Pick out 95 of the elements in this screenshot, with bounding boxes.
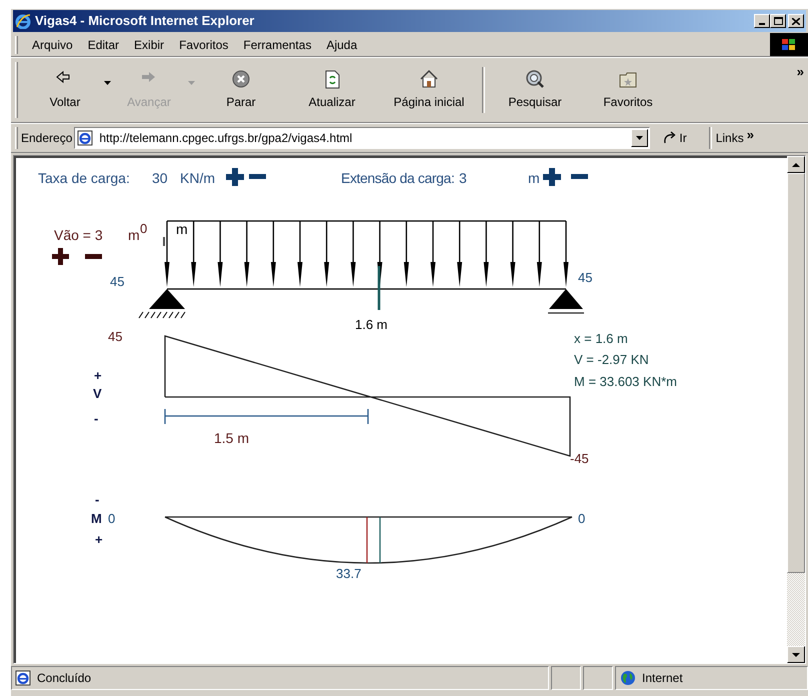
unit-label: m <box>528 171 540 185</box>
control-label: Extensão da carga: <box>341 171 454 185</box>
sign-label: + <box>95 533 103 546</box>
position-label: 1.6 m <box>355 318 388 331</box>
arrow-icon <box>662 131 676 145</box>
load-value: 30 <box>152 171 168 185</box>
sign-label: + <box>94 369 102 382</box>
span-label: Vão = 3 <box>54 228 103 242</box>
address-label: Endereço <box>21 130 72 147</box>
windows-logo-icon <box>770 33 808 56</box>
position-marker[interactable] <box>378 266 380 310</box>
moment-peak-label: 33.7 <box>336 567 362 580</box>
moment-value: 0 <box>108 512 116 525</box>
scroll-up-button[interactable] <box>787 156 805 173</box>
globe-icon <box>620 670 636 686</box>
menu-item[interactable]: Favoritos <box>173 34 234 54</box>
status-pane <box>551 666 581 690</box>
more-buttons-chevron[interactable]: » <box>796 62 804 82</box>
stop-icon <box>231 69 251 89</box>
minimize-button[interactable] <box>754 14 770 28</box>
origin-label: 0 <box>140 222 148 235</box>
scroll-thumb[interactable] <box>787 173 805 573</box>
dropdown-button[interactable] <box>631 129 648 147</box>
menu-item[interactable]: Ferramentas <box>237 34 318 54</box>
address-field[interactable]: http://telemann.cpgec.ufrgs.br/gpa2/vigas4.html <box>74 127 650 149</box>
page-icon <box>15 670 31 686</box>
toolbar-button[interactable]: Pesquisar <box>489 61 581 119</box>
unit-label: KN/m <box>180 171 215 185</box>
browser-logo-icon <box>15 13 31 29</box>
toolbar-button[interactable]: Atualizar <box>284 61 380 119</box>
control-label: Taxa de carga: <box>38 171 130 185</box>
load-arrow <box>536 221 542 287</box>
status-pane <box>583 666 613 690</box>
extent-value: 3 <box>459 171 467 185</box>
sign-label: - <box>95 493 100 506</box>
menu-item[interactable]: Arquivo <box>26 34 79 54</box>
toolbar-button[interactable]: Parar <box>198 61 284 119</box>
load-arrow <box>404 221 409 287</box>
down-arrow-icon <box>792 652 800 656</box>
load-arrow <box>564 221 568 287</box>
menu-item[interactable]: Editar <box>82 34 126 54</box>
plus-icon[interactable] <box>52 248 69 265</box>
status-pane: Concluído <box>11 666 549 690</box>
load-arrow <box>298 221 302 287</box>
moment-value: 0 <box>578 512 586 525</box>
load-arrow <box>191 221 196 287</box>
page-icon <box>77 130 94 146</box>
toolbar-button[interactable]: Voltar <box>30 61 100 119</box>
load-arrow <box>218 221 223 287</box>
readout-text: V = -2.97 KN <box>574 353 649 366</box>
window-title: Vigas4 - Microsoft Internet Explorer <box>35 12 256 30</box>
load-arrow <box>164 221 170 287</box>
position-line <box>379 517 381 563</box>
caret-icon <box>636 136 644 140</box>
unit-label: m <box>176 222 188 236</box>
readout-text: x = 1.6 m <box>574 332 628 345</box>
tick-mark <box>163 237 165 246</box>
scroll-down-button[interactable] <box>787 646 805 663</box>
load-arrow <box>350 221 356 287</box>
axis-label: M <box>91 512 102 525</box>
max-moment-line <box>366 517 368 563</box>
dimension-label: 1.5 m <box>214 431 250 445</box>
menu-item[interactable]: Exibir <box>128 34 170 54</box>
readout-text: M = 33.603 KN*m <box>574 375 677 388</box>
maximize-button[interactable] <box>770 14 786 28</box>
reaction-value: 45 <box>110 275 124 288</box>
search-icon <box>525 69 545 89</box>
zone-pane: Internet <box>615 666 808 690</box>
load-arrow <box>244 221 250 287</box>
pin-support-icon <box>138 289 186 318</box>
scrollbar[interactable] <box>787 156 805 663</box>
shear-max-label: 45 <box>108 330 122 343</box>
unit-label: m <box>128 228 140 242</box>
axis-label: V <box>93 387 102 400</box>
close-button[interactable] <box>788 14 804 28</box>
go-button[interactable]: Ir <box>658 129 691 147</box>
menu-item[interactable]: Ajuda <box>320 34 364 54</box>
sign-label: - <box>94 412 98 425</box>
load-arrow <box>324 221 330 287</box>
load-arrow <box>484 221 489 287</box>
shear-min-label: -45 <box>570 452 589 465</box>
plus-icon[interactable] <box>226 168 244 186</box>
load-arrow <box>510 221 516 287</box>
roller-support-icon <box>548 289 584 314</box>
toolbar-button[interactable]: Página inicial <box>380 61 478 119</box>
reaction-value: 45 <box>578 271 592 284</box>
up-arrow-icon <box>792 162 800 166</box>
close-icon <box>792 18 800 24</box>
plus-icon[interactable] <box>543 168 561 186</box>
toolbar-button[interactable]: Favoritos <box>581 61 675 119</box>
load-arrow <box>457 221 462 287</box>
home-icon <box>419 69 439 89</box>
load-arrow <box>270 221 276 287</box>
links-button[interactable]: Links » <box>716 129 754 147</box>
load-arrow <box>430 221 436 287</box>
